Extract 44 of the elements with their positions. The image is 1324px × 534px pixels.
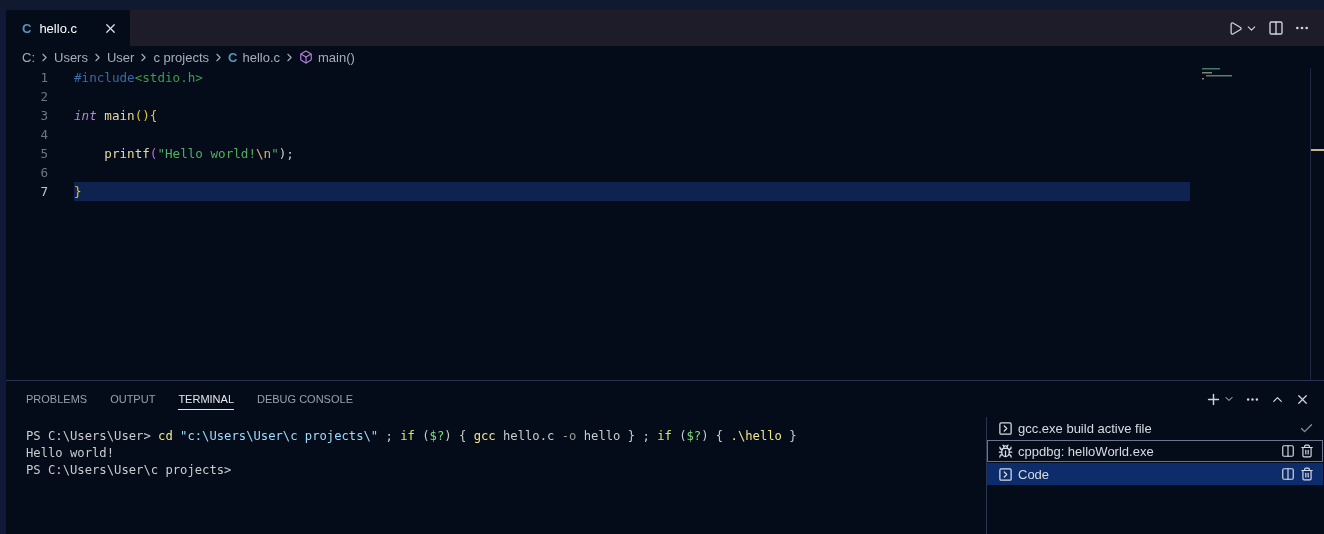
- terminal-name: cppdbg: helloWorld.exe: [1018, 443, 1155, 459]
- terminal-name: Code: [1018, 466, 1051, 482]
- split-terminal-icon[interactable]: [1281, 444, 1295, 458]
- terminal-list-item[interactable]: gcc.exe build active file: [987, 417, 1323, 439]
- terminal-line: Hello world!: [26, 446, 116, 462]
- panel-tab[interactable]: OUTPUT: [110, 388, 156, 410]
- terminal-icon: [998, 420, 1013, 436]
- terminal-line: PS C:\Users\User\c projects>: [26, 463, 233, 479]
- cube-icon: [299, 50, 313, 64]
- line-number: 1: [39, 70, 48, 85]
- line-number: 4: [39, 127, 48, 142]
- bug-icon: [998, 443, 1013, 459]
- panel-tab[interactable]: DEBUG CONSOLE: [257, 388, 353, 410]
- split-terminal-icon[interactable]: [1281, 467, 1295, 481]
- scrollbar[interactable]: [1310, 68, 1324, 380]
- editor-tab[interactable]: C hello.c: [6, 10, 130, 46]
- line-number: 3: [39, 108, 48, 123]
- trash-icon[interactable]: [1300, 467, 1314, 481]
- breadcrumb[interactable]: main(): [299, 49, 355, 65]
- panel-tab[interactable]: TERMINAL: [178, 388, 234, 410]
- split-editor-icon[interactable]: [1268, 20, 1284, 36]
- tab-label: hello.c: [39, 20, 78, 36]
- breadcrumb[interactable]: c projects: [153, 49, 210, 65]
- breadcrumb[interactable]: User: [106, 49, 135, 65]
- c-file-icon: C: [228, 49, 238, 65]
- breadcrumb[interactable]: C hello.c: [228, 49, 280, 65]
- c-file-icon: C: [22, 20, 32, 36]
- terminal-name: gcc.exe build active file: [1018, 420, 1153, 436]
- trash-icon[interactable]: [1300, 444, 1314, 458]
- code-line: int main(){: [74, 107, 159, 125]
- code-line: #include<stdio.h>: [74, 69, 204, 87]
- line-number: 7: [39, 184, 48, 199]
- line-number: 6: [39, 165, 48, 180]
- terminal-list-item[interactable]: Code: [987, 463, 1323, 485]
- code-line: printf("Hello world!\n");: [103, 145, 295, 163]
- terminal-line: PS C:\Users\User> cd "c:\Users\User\c projects\" ; if ($?) { gcc hello.c -o hello } ; if ($?) { .\hello }: [26, 429, 798, 445]
- breadcrumb[interactable]: C:: [22, 49, 35, 65]
- panel-tab[interactable]: PROBLEMS: [26, 388, 88, 410]
- line-number: 2: [39, 89, 48, 104]
- terminal-icon: [998, 466, 1013, 482]
- play-icon[interactable]: [1228, 20, 1243, 36]
- terminal-list-item[interactable]: cppdbg: helloWorld.exe: [987, 440, 1323, 462]
- breadcrumb[interactable]: Users: [54, 49, 88, 65]
- line-number: 5: [39, 146, 48, 161]
